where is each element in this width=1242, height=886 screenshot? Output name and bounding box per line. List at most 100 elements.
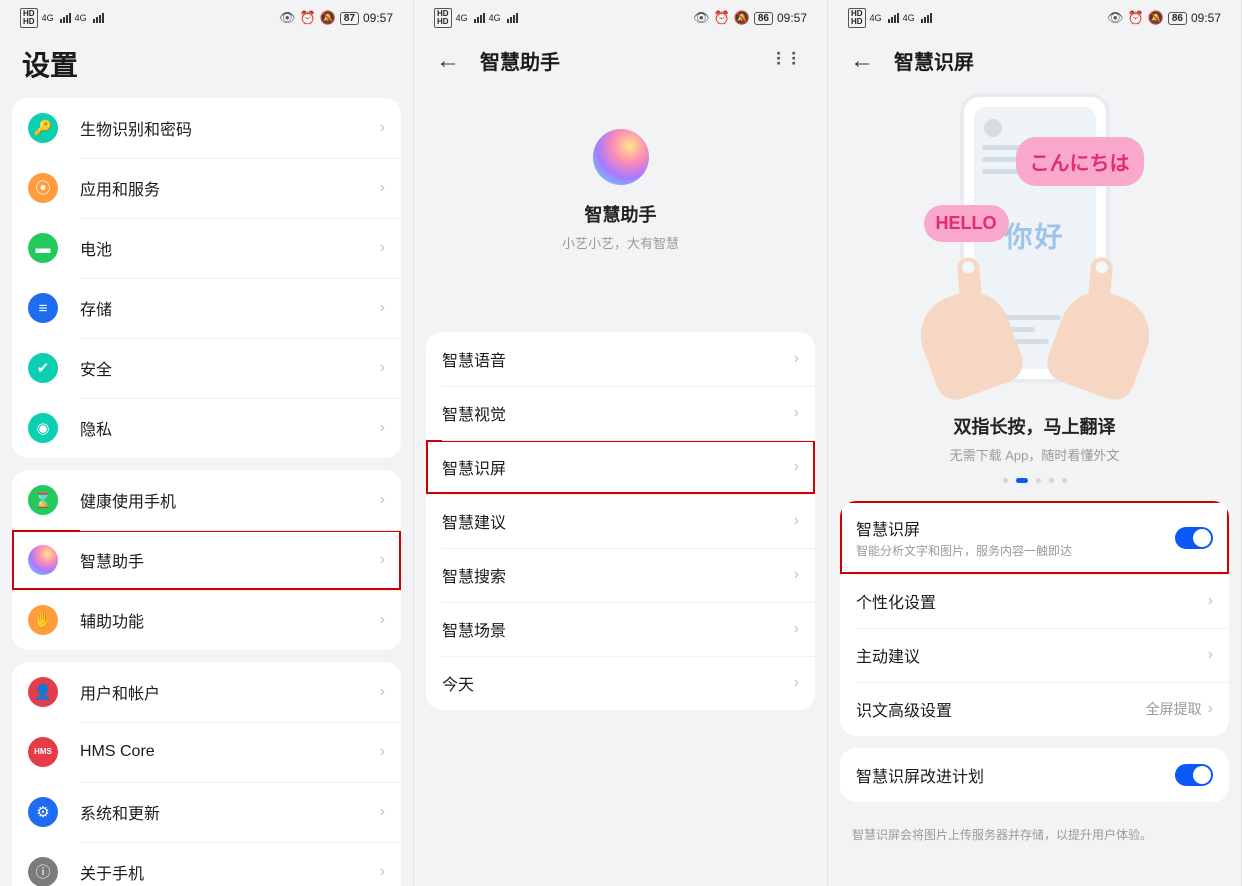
row-label: 智慧搜索 [442, 563, 794, 587]
row-voice[interactable]: 智慧语音› [426, 332, 815, 386]
eye-icon: 👁 [1107, 10, 1124, 26]
toggle-switch[interactable] [1175, 764, 1213, 786]
row-about[interactable]: ⓘ关于手机› [12, 842, 401, 886]
row-label: 智慧建议 [442, 509, 794, 533]
row-proactive[interactable]: 主动建议› [840, 628, 1229, 682]
row-label: 智慧场景 [442, 617, 794, 641]
carousel-dots[interactable] [840, 478, 1229, 483]
row-scene[interactable]: 智慧场景› [426, 602, 815, 656]
chevron-right-icon: › [380, 683, 385, 701]
row-accessibility[interactable]: ✋辅助功能› [12, 590, 401, 650]
status-bar: HDHD 4G 4G 👁 ⏰ 🔕 86 09:57 [828, 0, 1241, 36]
chevron-right-icon: › [380, 119, 385, 137]
row-label: 智慧语音 [442, 347, 794, 371]
aitouch-screen: HDHD 4G 4G 👁 ⏰ 🔕 86 09:57 ← 智慧识屏 你好 [828, 0, 1242, 886]
assistant-icon [593, 129, 649, 185]
row-storage[interactable]: ≡存储› [12, 278, 401, 338]
assistant-list: 智慧语音› 智慧视觉› 智慧识屏› 智慧建议› 智慧搜索› 智慧场景› 今天› [426, 332, 815, 710]
page-title: 智慧助手 [480, 46, 560, 75]
more-button[interactable]: ⠇⠇ [775, 50, 805, 71]
caption-title: 双指长按，马上翻译 [840, 413, 1229, 439]
row-label: 辅助功能 [80, 608, 380, 632]
caption-subtitle: 无需下载 App，随时看懂外文 [840, 445, 1229, 464]
row-suggestion[interactable]: 智慧建议› [426, 494, 815, 548]
row-label: 用户和帐户 [80, 680, 380, 704]
battery-icon: 86 [754, 12, 773, 25]
toggle-switch[interactable] [1175, 527, 1213, 549]
row-search[interactable]: 智慧搜索› [426, 548, 815, 602]
status-time: 09:57 [363, 11, 393, 25]
alarm-icon: ⏰ [299, 10, 315, 26]
user-icon: 👤 [34, 685, 53, 700]
row-vision[interactable]: 智慧视觉› [426, 386, 815, 440]
row-today[interactable]: 今天› [426, 656, 815, 710]
settings-screen: HDHD 4G 4G 👁 ⏰ 🔕 87 09:57 设置 🔑生物识别和密码› ⦿… [0, 0, 414, 886]
page-header: 设置 [0, 36, 413, 98]
battery-icon: ▬ [36, 241, 51, 256]
row-ai-assistant[interactable]: 智慧助手› [12, 530, 401, 590]
alarm-icon: ⏰ [713, 10, 729, 26]
assistant-screen: HDHD 4G 4G 👁 ⏰ 🔕 86 09:57 ← 智慧助手 ⠇⠇ 智慧助手… [414, 0, 828, 886]
row-privacy[interactable]: ◉ 隐私› [12, 398, 401, 458]
row-hms[interactable]: HMSHMS Core› [12, 722, 401, 782]
back-button[interactable]: ← [436, 47, 460, 75]
aitouch-group-2: 智慧识屏改进计划 [840, 748, 1229, 802]
gear-icon: ⚙ [36, 805, 49, 820]
settings-group-3: 👤 用户和帐户› HMSHMS Core› ⚙ 系统和更新 › ⓘ关于手机› [12, 662, 401, 886]
row-label: 健康使用手机 [80, 488, 380, 512]
row-digital-wellbeing[interactable]: ⌛健康使用手机› [12, 470, 401, 530]
privacy-icon: ◉ [36, 421, 49, 436]
mute-icon: 🔕 [734, 10, 750, 26]
chevron-right-icon: › [380, 359, 385, 377]
row-improvement-plan[interactable]: 智慧识屏改进计划 [840, 748, 1229, 802]
row-label: 系统和更新 [80, 800, 380, 824]
page-title: 智慧识屏 [894, 46, 974, 75]
row-users[interactable]: 👤 用户和帐户› [12, 662, 401, 722]
row-label: 主动建议 [856, 643, 1208, 667]
storage-icon: ≡ [39, 301, 48, 316]
page-header: ← 智慧助手 ⠇⠇ [414, 36, 827, 89]
row-sublabel: 智能分析文字和图片，服务内容一触即达 [856, 542, 1175, 559]
alarm-icon: ⏰ [1127, 10, 1143, 26]
row-biometrics[interactable]: 🔑生物识别和密码› [12, 98, 401, 158]
hms-icon: HMS [34, 748, 52, 756]
row-label: 今天 [442, 671, 794, 695]
row-aitouch-toggle[interactable]: 智慧识屏 智能分析文字和图片，服务内容一触即达 [840, 501, 1229, 574]
info-icon: ⓘ [35, 865, 50, 880]
hand-icon: ✋ [34, 613, 53, 628]
settings-group-1: 🔑生物识别和密码› ⦿应用和服务› ▬电池› ≡存储› ✔安全› ◉隐私› [12, 98, 401, 458]
row-personalization[interactable]: 个性化设置› [840, 574, 1229, 628]
row-battery[interactable]: ▬电池› [12, 218, 401, 278]
chevron-right-icon: › [380, 419, 385, 437]
page-header: ← 智慧识屏 [828, 36, 1241, 89]
row-label: 安全 [80, 356, 380, 380]
row-label: 识文高级设置 [856, 697, 1146, 721]
chevron-right-icon: › [794, 404, 799, 422]
row-aitouch[interactable]: 智慧识屏› [426, 440, 815, 494]
bubble-english: HELLO [924, 205, 1009, 242]
row-label: 隐私 [80, 416, 380, 440]
row-label: 个性化设置 [856, 589, 1208, 613]
row-value: 全屏提取 [1146, 699, 1202, 719]
mute-icon: 🔕 [1148, 10, 1164, 26]
status-bar: HDHD 4G 4G 👁 ⏰ 🔕 86 09:57 [414, 0, 827, 36]
row-text-advanced[interactable]: 识文高级设置全屏提取› [840, 682, 1229, 736]
row-security[interactable]: ✔安全› [12, 338, 401, 398]
chevron-right-icon: › [794, 620, 799, 638]
status-time: 09:57 [1191, 11, 1221, 25]
eye-icon: 👁 [693, 10, 710, 26]
illustration: 你好 こんにちは HELLO 双指长按，马上翻译 无需下载 App，随时看懂外文 [840, 93, 1229, 483]
hero: 智慧助手 小艺小艺，大有智慧 [414, 89, 827, 332]
battery-icon: 87 [340, 12, 359, 25]
page-title: 设置 [22, 44, 78, 84]
row-apps[interactable]: ⦿应用和服务› [12, 158, 401, 218]
chevron-right-icon: › [380, 491, 385, 509]
row-system[interactable]: ⚙系统和更新› [12, 782, 401, 842]
chevron-right-icon: › [1208, 592, 1213, 610]
back-button[interactable]: ← [850, 47, 874, 75]
chevron-right-icon: › [1208, 646, 1213, 664]
row-label: 智慧助手 [80, 548, 380, 572]
key-icon: 🔑 [34, 121, 53, 136]
chevron-right-icon: › [380, 299, 385, 317]
settings-group-2: ⌛健康使用手机› 智慧助手› ✋ 辅助功能 › [12, 470, 401, 650]
